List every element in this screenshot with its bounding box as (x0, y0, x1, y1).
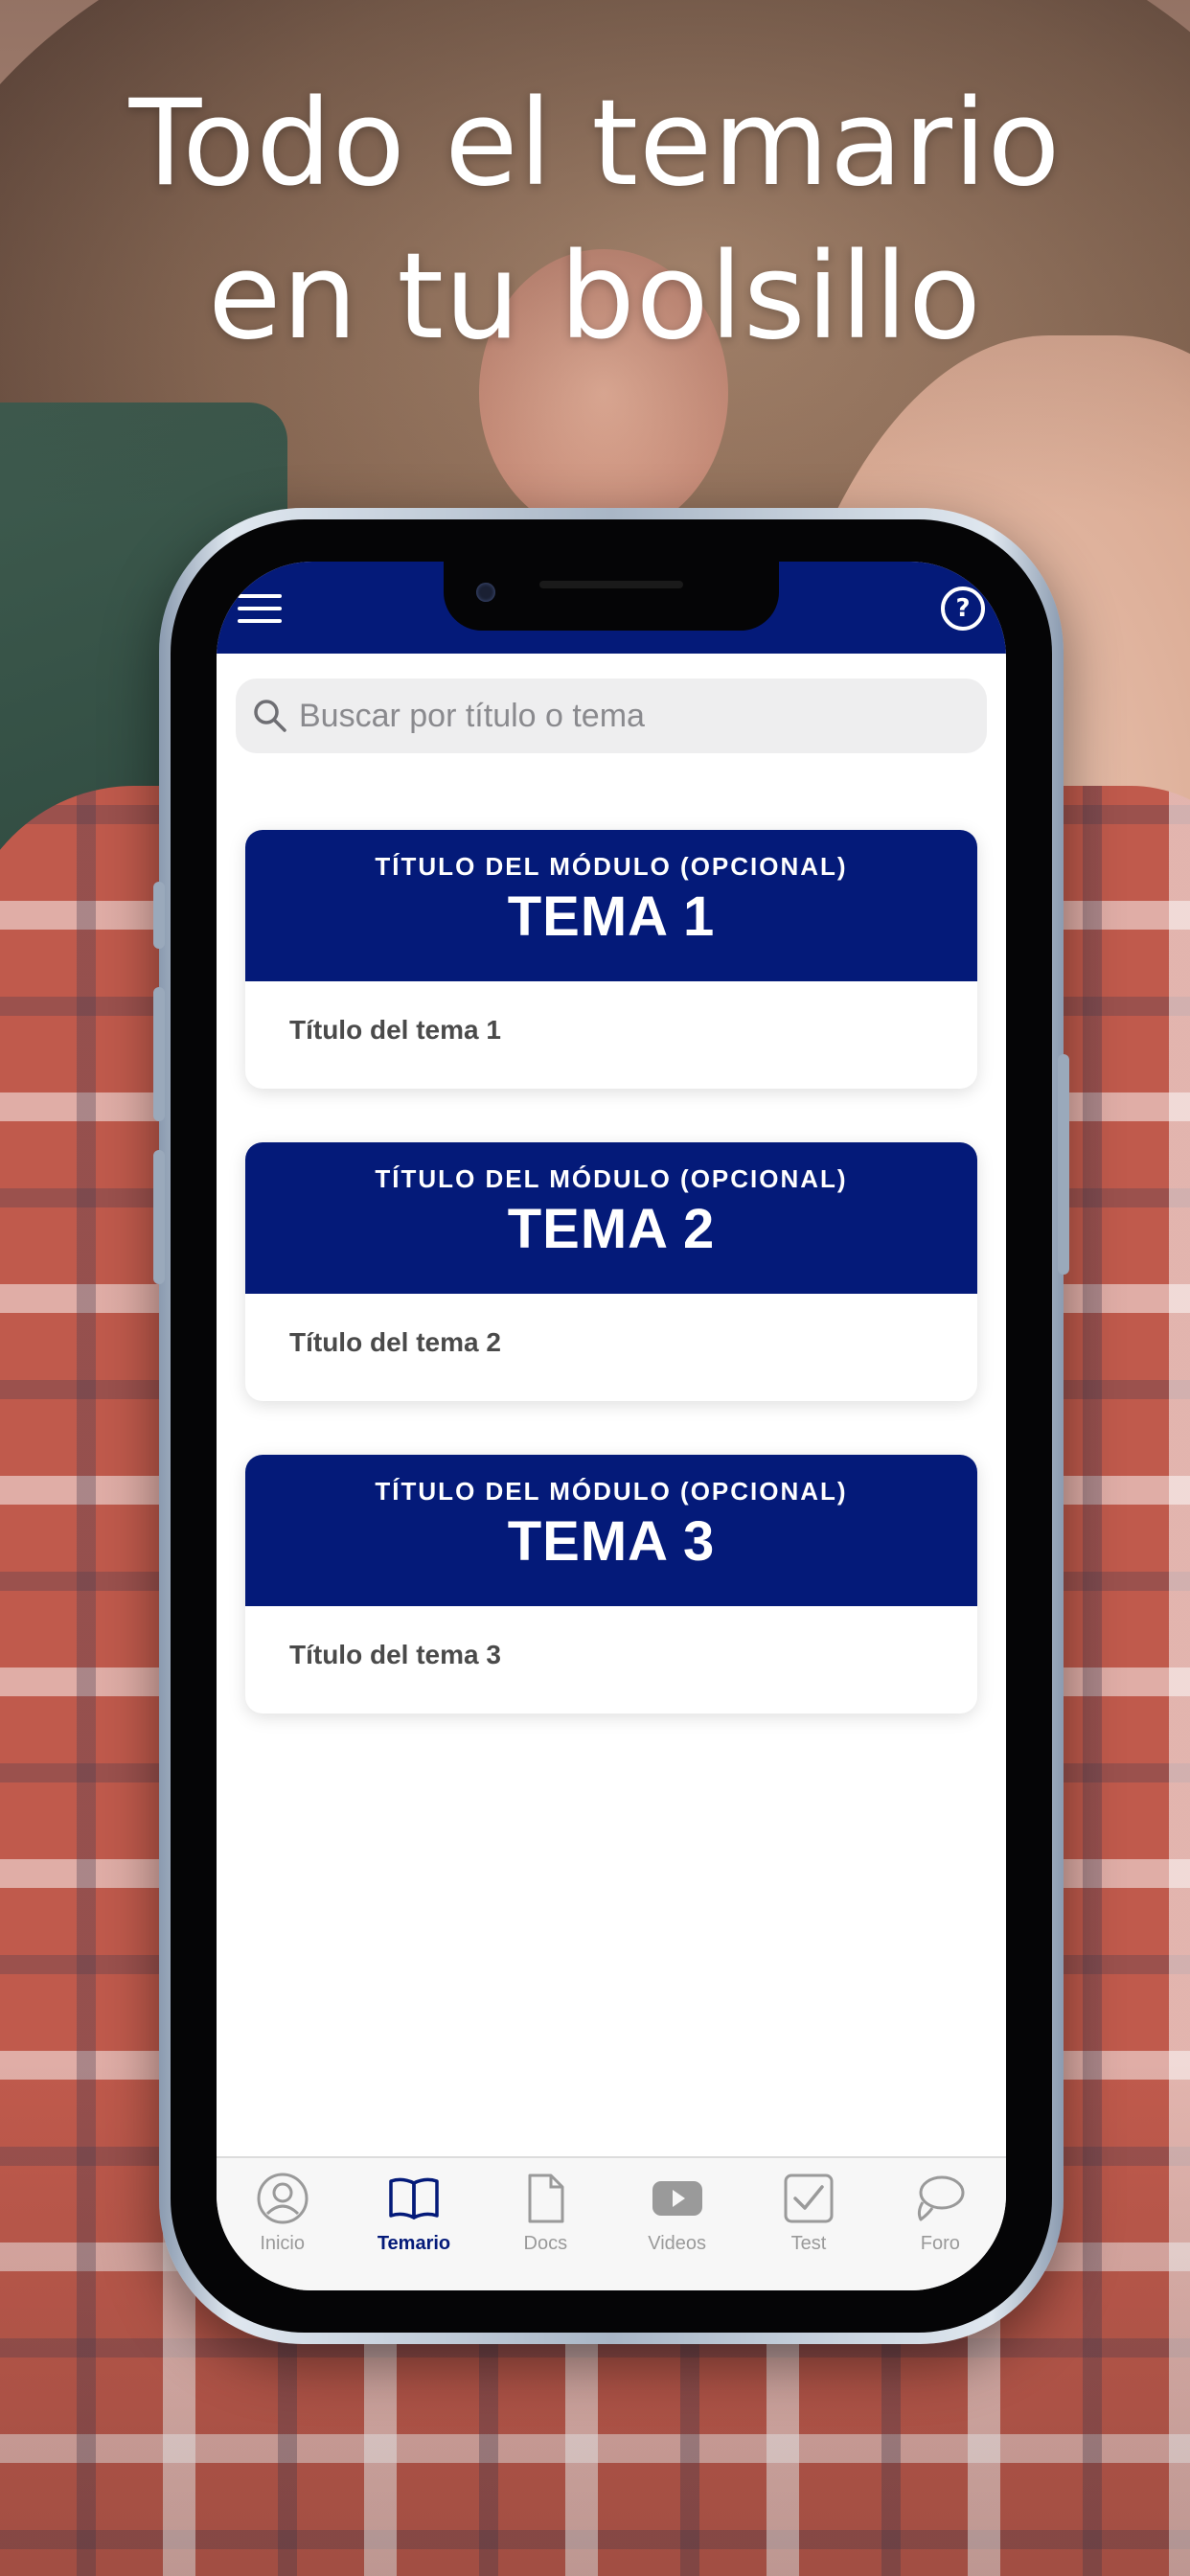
module-title: TÍTULO DEL MÓDULO (OPCIONAL) (375, 1477, 848, 1506)
promo-headline: Todo el temario en tu bolsillo (0, 67, 1190, 374)
bottom-tab-bar: Inicio Temario Docs Videos Test Foro (217, 2156, 1006, 2290)
topic-banner: TÍTULO DEL MÓDULO (OPCIONAL) TEMA 2 (245, 1142, 977, 1294)
phone-notch (444, 562, 779, 631)
phone-silent-switch (153, 882, 165, 949)
topic-card-2[interactable]: TÍTULO DEL MÓDULO (OPCIONAL) TEMA 2 Títu… (245, 1142, 977, 1401)
user-circle-icon (257, 2173, 309, 2224)
phone-bezel: ? Buscar por título o tema TÍTULO DEL MÓ… (171, 519, 1052, 2333)
topic-card-1[interactable]: TÍTULO DEL MÓDULO (OPCIONAL) TEMA 1 Títu… (245, 830, 977, 1089)
tema-number: TEMA 3 (507, 1510, 716, 1573)
tab-inicio[interactable]: Inicio (217, 2170, 348, 2290)
headline-line-2: en tu bolsillo (208, 228, 982, 366)
tab-foro[interactable]: Foro (875, 2170, 1006, 2290)
topic-title: Título del tema 2 (289, 1327, 501, 1357)
play-video-icon (652, 2181, 702, 2216)
phone-screen: ? Buscar por título o tema TÍTULO DEL MÓ… (217, 562, 1006, 2290)
checkbox-icon (784, 2174, 834, 2223)
hamburger-menu-icon[interactable] (238, 594, 282, 623)
tab-label: Docs (523, 2233, 568, 2254)
document-icon (528, 2174, 564, 2223)
tab-label: Foro (920, 2233, 960, 2254)
tema-number: TEMA 1 (507, 886, 716, 948)
search-icon (254, 700, 286, 732)
tab-label: Test (790, 2233, 827, 2254)
tab-label: Videos (648, 2233, 707, 2254)
topic-title: Título del tema 3 (289, 1640, 501, 1669)
topic-title: Título del tema 1 (289, 1015, 501, 1045)
tab-videos[interactable]: Videos (611, 2170, 743, 2290)
search-input[interactable]: Buscar por título o tema (236, 678, 987, 753)
tab-label: Temario (377, 2233, 451, 2254)
headline-line-1: Todo el temario (128, 75, 1062, 213)
tab-label: Inicio (260, 2233, 306, 2254)
topic-banner: TÍTULO DEL MÓDULO (OPCIONAL) TEMA 1 (245, 830, 977, 981)
tab-docs[interactable]: Docs (480, 2170, 611, 2290)
search-placeholder: Buscar por título o tema (299, 697, 645, 734)
phone-power-button (1058, 1054, 1069, 1275)
open-book-icon (389, 2177, 439, 2220)
topic-card-3[interactable]: TÍTULO DEL MÓDULO (OPCIONAL) TEMA 3 Títu… (245, 1455, 977, 1714)
tab-temario[interactable]: Temario (348, 2170, 479, 2290)
module-title: TÍTULO DEL MÓDULO (OPCIONAL) (375, 852, 848, 881)
phone-volume-up-button (153, 987, 165, 1121)
topic-banner: TÍTULO DEL MÓDULO (OPCIONAL) TEMA 3 (245, 1455, 977, 1606)
phone-mockup: ? Buscar por título o tema TÍTULO DEL MÓ… (153, 508, 1069, 2344)
module-title: TÍTULO DEL MÓDULO (OPCIONAL) (375, 1164, 848, 1193)
tema-number: TEMA 2 (507, 1198, 716, 1260)
phone-volume-down-button (153, 1150, 165, 1284)
topic-list: TÍTULO DEL MÓDULO (OPCIONAL) TEMA 1 Títu… (217, 753, 1006, 1714)
tab-test[interactable]: Test (743, 2170, 874, 2290)
phone-speaker (539, 581, 683, 588)
question-circle-icon[interactable]: ? (941, 586, 985, 631)
chat-bubbles-icon (918, 2175, 965, 2221)
